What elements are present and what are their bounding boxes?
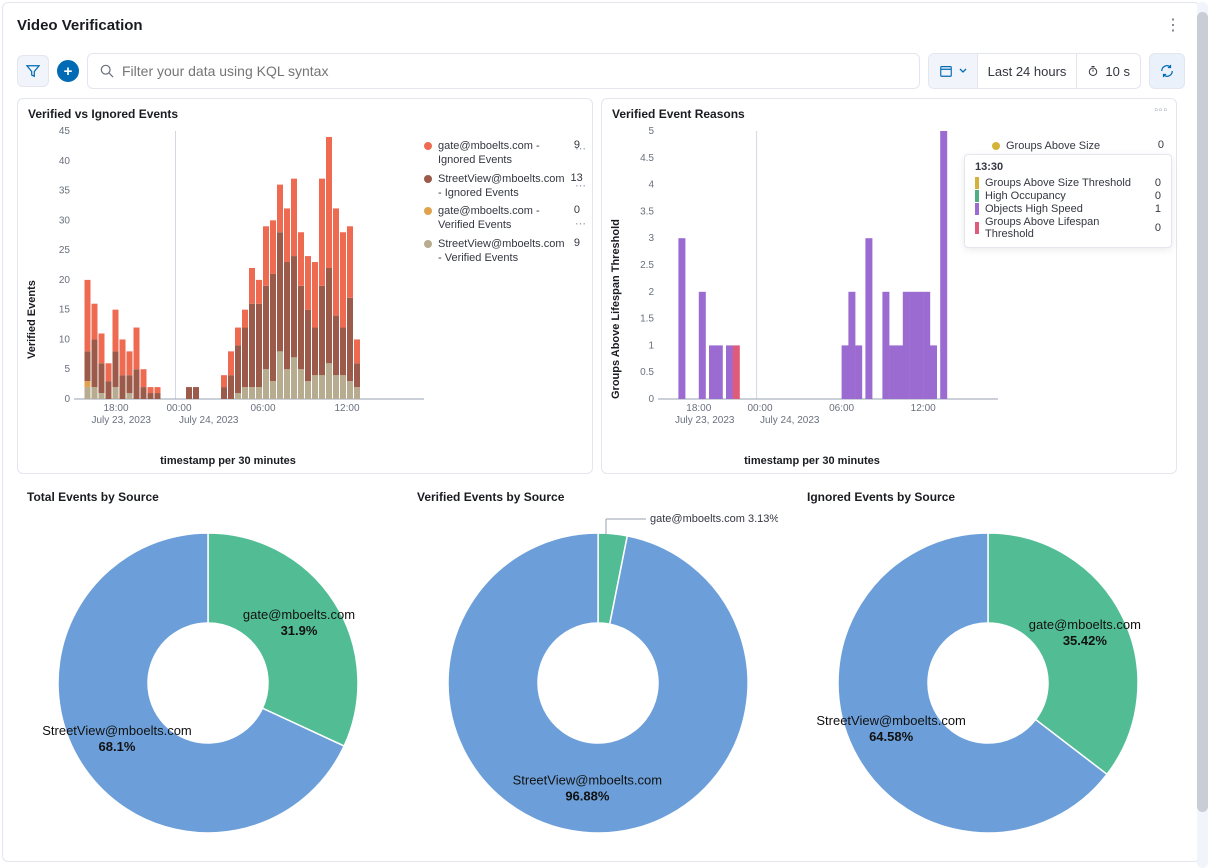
bar-chart: 0 5 10 15 20 25 30 35 40 45 18:00 00:00 06:00 12:00 Ju… [38, 125, 428, 435]
svg-text:30: 30 [59, 215, 71, 226]
dashboard-menu-icon[interactable]: ⋮ [1161, 11, 1185, 39]
svg-text:96.88%: 96.88% [565, 788, 610, 803]
svg-text:0: 0 [648, 394, 654, 405]
svg-text:68.1%: 68.1% [99, 739, 136, 754]
svg-text:July 23, 2023: July 23, 2023 [675, 415, 735, 426]
svg-text:18:00: 18:00 [103, 403, 128, 414]
donut-chart: gate@mboelts.com31.9% StreetView@mboelts.… [28, 503, 388, 843]
chevron-down-icon [959, 67, 967, 75]
stopwatch-icon [1087, 65, 1099, 77]
svg-text:July 23, 2023: July 23, 2023 [92, 415, 152, 426]
calendar-button[interactable] [929, 54, 978, 88]
svg-text:3: 3 [648, 233, 654, 244]
svg-text:00:00: 00:00 [747, 403, 772, 414]
panel-title: Verified vs Ignored Events [28, 107, 582, 121]
svg-text:10: 10 [59, 334, 71, 345]
svg-text:2.5: 2.5 [640, 260, 654, 271]
svg-text:25: 25 [59, 245, 71, 256]
svg-text:0.5: 0.5 [640, 367, 654, 378]
refresh-icon [1160, 64, 1174, 78]
svg-text:45: 45 [59, 126, 71, 137]
donut-chart: StreetView@mboelts.com96.88% gate@mboelts… [418, 503, 778, 843]
svg-text:StreetView@mboelts.com: StreetView@mboelts.com [42, 723, 192, 738]
svg-text:64.58%: 64.58% [869, 729, 914, 744]
scrollbar-thumb[interactable] [1197, 12, 1208, 812]
dashboard-header: Video Verification ⋮ [3, 3, 1199, 47]
donut-chart: gate@mboelts.com35.42% StreetView@mboelts… [808, 503, 1168, 843]
filter-icon [26, 64, 40, 78]
svg-text:1: 1 [648, 340, 654, 351]
bar-chart: 0 0.5 1 1.5 2 2.5 3 3.5 4 4.5 5 18:00 00:00 06:00 12:0… [622, 125, 1002, 435]
y-axis-label: Groups Above Lifespan Threshold [610, 219, 622, 399]
panel-total-events: Total Events by Source gate@mboelts.com3… [17, 482, 399, 854]
svg-text:gate@mboelts.com: gate@mboelts.com [1029, 617, 1141, 632]
svg-text:5: 5 [64, 364, 70, 375]
dashboard: Video Verification ⋮ + Last 24 hours 10 … [2, 2, 1200, 862]
svg-text:35: 35 [59, 186, 71, 197]
panel-title: Verified Event Reasons [612, 107, 1166, 121]
filter-button[interactable] [17, 55, 49, 87]
search-input[interactable] [122, 63, 907, 79]
svg-text:15: 15 [59, 305, 71, 316]
svg-text:gate@mboelts.com: gate@mboelts.com [243, 607, 355, 622]
svg-text:July 24, 2023: July 24, 2023 [760, 415, 820, 426]
panel-title: Total Events by Source [27, 490, 389, 504]
svg-text:18:00: 18:00 [686, 403, 711, 414]
legend-swatch [992, 142, 1000, 150]
svg-text:00:00: 00:00 [166, 403, 191, 414]
svg-text:31.9%: 31.9% [281, 623, 318, 638]
svg-text:35.42%: 35.42% [1063, 633, 1108, 648]
svg-text:gate@mboelts.com 3.13%: gate@mboelts.com 3.13% [650, 513, 778, 525]
svg-text:2: 2 [648, 287, 654, 298]
svg-text:20: 20 [59, 275, 71, 286]
svg-text:July 24, 2023: July 24, 2023 [179, 415, 239, 426]
time-picker[interactable]: Last 24 hours 10 s [928, 53, 1141, 89]
legend-item-menu-icon[interactable]: ⋯ [575, 142, 586, 155]
search-icon [100, 64, 114, 78]
time-range-label[interactable]: Last 24 hours [978, 54, 1078, 88]
chart-legend: gate@mboelts.com - Ignored Events9Street… [424, 139, 580, 269]
svg-text:06:00: 06:00 [250, 403, 275, 414]
svg-text:0: 0 [64, 394, 70, 405]
svg-text:12:00: 12:00 [911, 403, 936, 414]
search-bar[interactable] [87, 53, 920, 89]
svg-text:4.5: 4.5 [640, 153, 654, 164]
refresh-button[interactable] [1149, 53, 1185, 89]
panel-verified-by-source: Verified Events by Source StreetView@mbo… [407, 482, 789, 854]
refresh-interval[interactable]: 10 s [1077, 54, 1140, 88]
svg-text:5: 5 [648, 126, 654, 137]
panel-verified-vs-ignored: Verified vs Ignored Events Verified Even… [17, 98, 593, 474]
panel-title: Verified Events by Source [417, 490, 779, 504]
svg-text:1.5: 1.5 [640, 314, 654, 325]
calendar-icon [939, 64, 953, 78]
svg-text:12:00: 12:00 [334, 403, 359, 414]
svg-text:StreetView@mboelts.com: StreetView@mboelts.com [816, 713, 966, 728]
legend-item-menu-icon[interactable]: ⋯ [575, 179, 586, 192]
toolbar: + Last 24 hours 10 s [3, 47, 1199, 99]
panel-ignored-by-source: Ignored Events by Source gate@mboelts.co… [797, 482, 1179, 854]
page-title: Video Verification [17, 17, 143, 34]
svg-text:StreetView@mboelts.com: StreetView@mboelts.com [513, 772, 663, 787]
panel-title: Ignored Events by Source [807, 490, 1169, 504]
panel-verified-reasons: Verified Event Reasons ▫▫▫ Groups Above … [601, 98, 1177, 474]
x-axis-label: timestamp per 30 minutes [58, 455, 398, 467]
svg-text:06:00: 06:00 [829, 403, 854, 414]
svg-text:3.5: 3.5 [640, 206, 654, 217]
legend-item-menu-icon[interactable]: ⋯ [575, 217, 586, 230]
y-axis-label: Verified Events [26, 280, 38, 359]
svg-text:40: 40 [59, 156, 71, 167]
panels-grid: Verified vs Ignored Events Verified Even… [17, 98, 1185, 851]
panel-menu-icon[interactable]: ▫▫▫ [1154, 105, 1168, 116]
chart-tooltip: 13:30 Groups Above Size Threshold0High O… [964, 154, 1172, 248]
x-axis-label: timestamp per 30 minutes [642, 455, 982, 467]
add-filter-button[interactable]: + [57, 60, 79, 82]
svg-text:4: 4 [648, 180, 654, 191]
tooltip-title: 13:30 [975, 161, 1161, 173]
